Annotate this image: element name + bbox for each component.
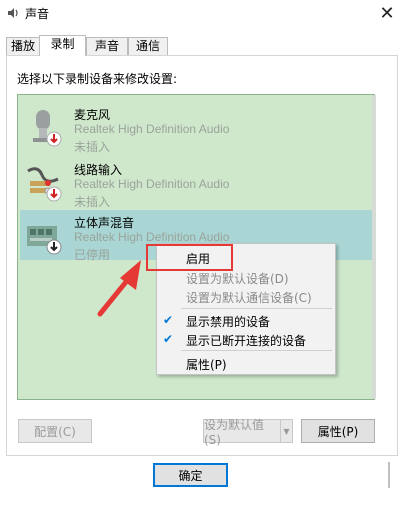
device-item-microphone[interactable]: 麦克风 Realtek High Definition Audio 未插入 (20, 102, 373, 154)
device-name: 线路输入 (74, 163, 123, 177)
speaker-icon (8, 8, 18, 18)
device-description: Realtek High Definition Audio (74, 230, 230, 244)
device-status: 已停用 (74, 248, 111, 262)
microphone-icon (33, 110, 62, 147)
tab-sounds[interactable]: 声音 (86, 37, 128, 55)
device-item-line-in[interactable]: 线路输入 Realtek High Definition Audio 未插入 (20, 157, 373, 209)
menu-item-show-disconnected-devices[interactable]: 显示已断开连接的设备 (186, 332, 306, 349)
menu-item-properties[interactable]: 属性(P) (186, 356, 227, 373)
menu-separator (181, 308, 332, 309)
device-description: Realtek High Definition Audio (74, 177, 230, 191)
device-status: 未插入 (74, 140, 111, 154)
device-description: Realtek High Definition Audio (74, 122, 230, 136)
menu-item-set-default-device[interactable]: 设置为默认设备(D) (186, 270, 289, 287)
menu-item-show-disabled-devices[interactable]: 显示禁用的设备 (186, 313, 270, 330)
close-button[interactable]: ✕ (367, 0, 407, 26)
window-title: 声音 (25, 7, 50, 21)
properties-button[interactable]: 属性(P) (301, 419, 375, 443)
instruction-text: 选择以下录制设备来修改设置: (17, 72, 178, 86)
tab-communications[interactable]: 通信 (128, 37, 168, 55)
set-default-dropdown-button[interactable]: ▼ (280, 419, 293, 443)
device-name: 麦克风 (74, 108, 111, 122)
tab-recording[interactable]: 录制 (39, 35, 86, 56)
window-edge (388, 462, 390, 488)
device-name: 立体声混音 (74, 216, 135, 230)
menu-item-enable[interactable]: 启用 (186, 250, 210, 267)
menu-item-set-default-comm-device[interactable]: 设置为默认通信设备(C) (186, 289, 312, 306)
device-status: 未插入 (74, 195, 111, 209)
set-default-button[interactable]: 设为默认值(S) (203, 418, 281, 447)
vertical-scrollbar[interactable] (372, 95, 376, 399)
sound-card-icon (27, 226, 62, 255)
line-in-cable-icon (27, 167, 62, 202)
configure-button[interactable]: 配置(C) (18, 419, 92, 443)
context-menu: 启用 设置为默认设备(D) 设置为默认通信设备(C) ✔ 显示禁用的设备 ✔ 显… (156, 243, 336, 375)
ok-button[interactable]: 确定 (153, 463, 228, 487)
chevron-down-icon: ▼ (283, 426, 290, 436)
check-icon: ✔ (163, 332, 174, 346)
title-bar: 声音 ✕ (0, 0, 407, 26)
menu-separator (181, 350, 332, 351)
check-icon: ✔ (163, 313, 174, 327)
tab-playback[interactable]: 播放 (6, 37, 40, 55)
